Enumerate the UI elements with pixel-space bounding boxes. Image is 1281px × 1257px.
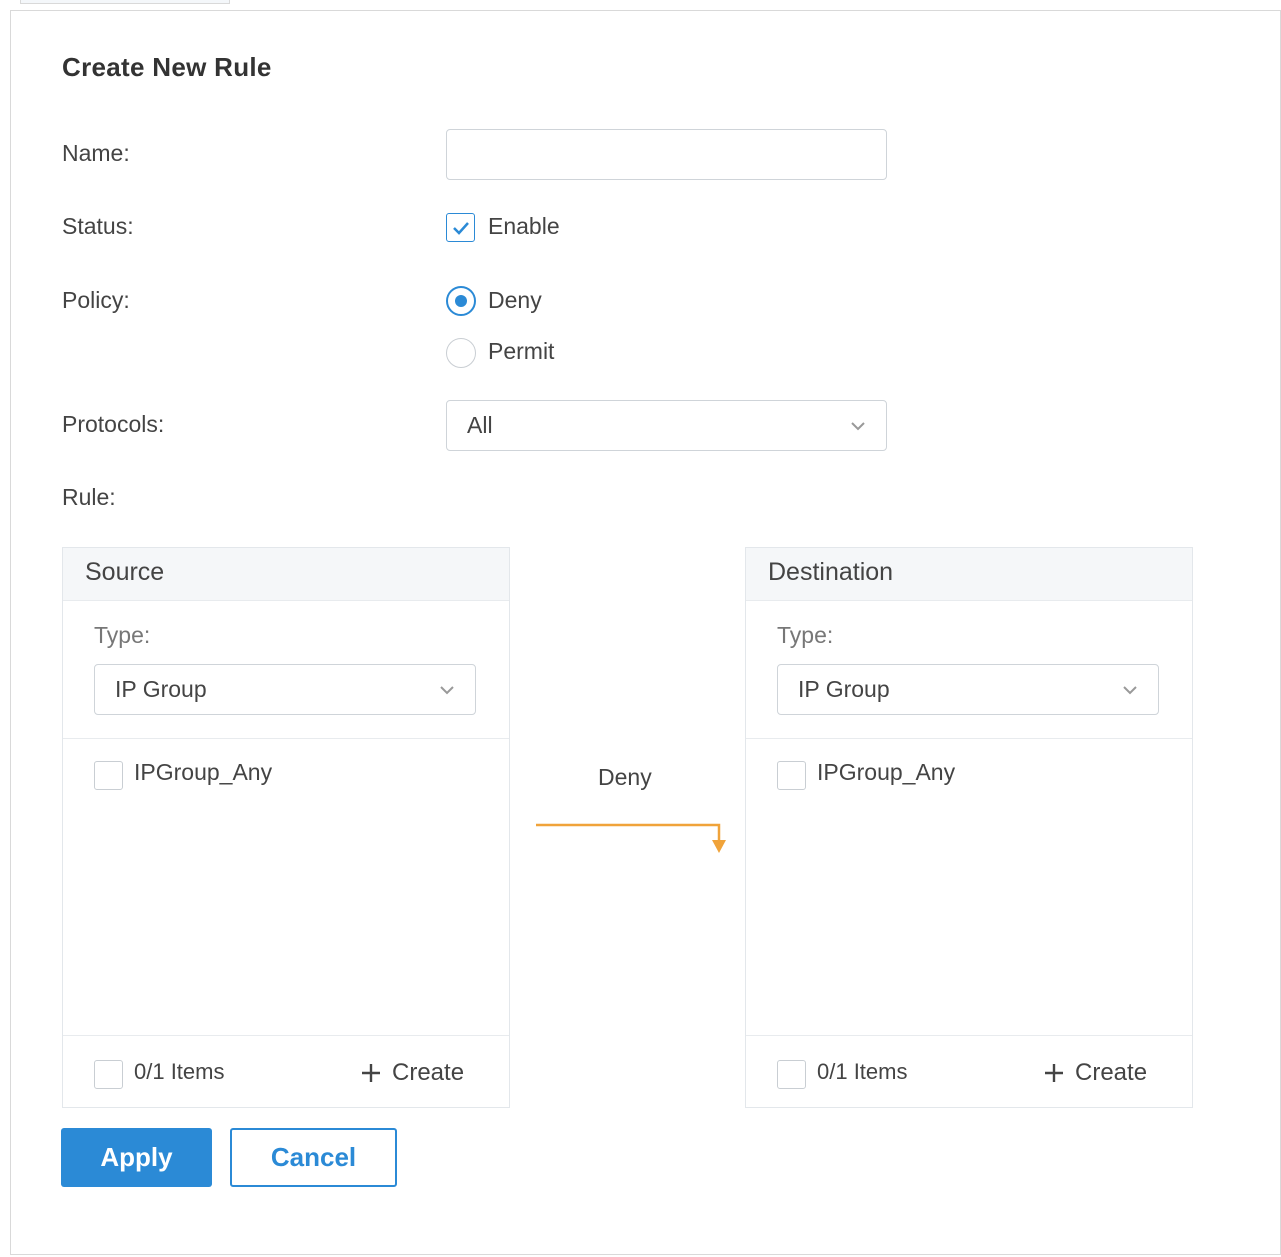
arrow-policy-label: Deny [598, 764, 652, 790]
policy-deny-label: Deny [488, 287, 542, 313]
destination-create-label: Create [1075, 1059, 1148, 1086]
source-item-label: IPGroup_Any [134, 759, 273, 785]
source-type-select[interactable]: IP Group [94, 664, 476, 715]
destination-type-value: IP Group [798, 676, 890, 702]
protocols-select[interactable]: All [446, 400, 887, 451]
destination-item-count: 0/1 Items [817, 1059, 908, 1084]
destination-box: Destination Type: IP Group IPGroup_Any 0… [745, 547, 1193, 1108]
plus-icon [362, 1064, 380, 1082]
protocols-value: All [467, 412, 493, 438]
policy-permit-label: Permit [488, 338, 555, 364]
source-create-button[interactable]: Create [360, 1059, 464, 1087]
source-type-value: IP Group [115, 676, 207, 702]
destination-item-label: IPGroup_Any [817, 759, 956, 785]
source-select-all-checkbox[interactable] [94, 1060, 123, 1089]
checkmark-icon [452, 221, 469, 235]
destination-type-label: Type: [777, 622, 834, 648]
source-item-count: 0/1 Items [134, 1059, 225, 1084]
flow-arrow-icon [536, 823, 726, 853]
destination-type-select[interactable]: IP Group [777, 664, 1159, 715]
apply-button[interactable]: Apply [61, 1128, 212, 1187]
policy-permit-radio[interactable] [446, 338, 476, 368]
destination-header: Destination [746, 548, 1192, 601]
enable-label: Enable [488, 213, 560, 239]
chevron-down-icon [851, 421, 865, 430]
source-create-label: Create [392, 1059, 465, 1086]
source-item-checkbox[interactable] [94, 761, 123, 790]
source-type-label: Type: [94, 622, 151, 648]
source-footer-divider [63, 1035, 509, 1036]
destination-select-all-checkbox[interactable] [777, 1060, 806, 1089]
plus-icon [1045, 1064, 1063, 1082]
name-label: Name: [62, 140, 130, 166]
destination-divider [746, 738, 1192, 739]
policy-deny-radio[interactable] [446, 286, 476, 316]
policy-label: Policy: [62, 287, 130, 313]
destination-item-checkbox[interactable] [777, 761, 806, 790]
status-label: Status: [62, 213, 134, 239]
top-tab-fragment [20, 0, 230, 4]
source-divider [63, 738, 509, 739]
cancel-button[interactable]: Cancel [230, 1128, 397, 1187]
radio-selected-dot [455, 295, 467, 307]
source-box: Source Type: IP Group IPGroup_Any 0/1 It… [62, 547, 510, 1108]
chevron-down-icon [440, 685, 454, 694]
page-title: Create New Rule [62, 52, 272, 82]
chevron-down-icon [1123, 685, 1137, 694]
enable-checkbox[interactable] [446, 213, 475, 242]
protocols-label: Protocols: [62, 411, 165, 437]
name-input[interactable] [446, 129, 887, 180]
destination-create-button[interactable]: Create [1043, 1059, 1147, 1087]
source-header: Source [63, 548, 509, 601]
destination-footer-divider [746, 1035, 1192, 1036]
rule-label: Rule: [62, 484, 116, 510]
